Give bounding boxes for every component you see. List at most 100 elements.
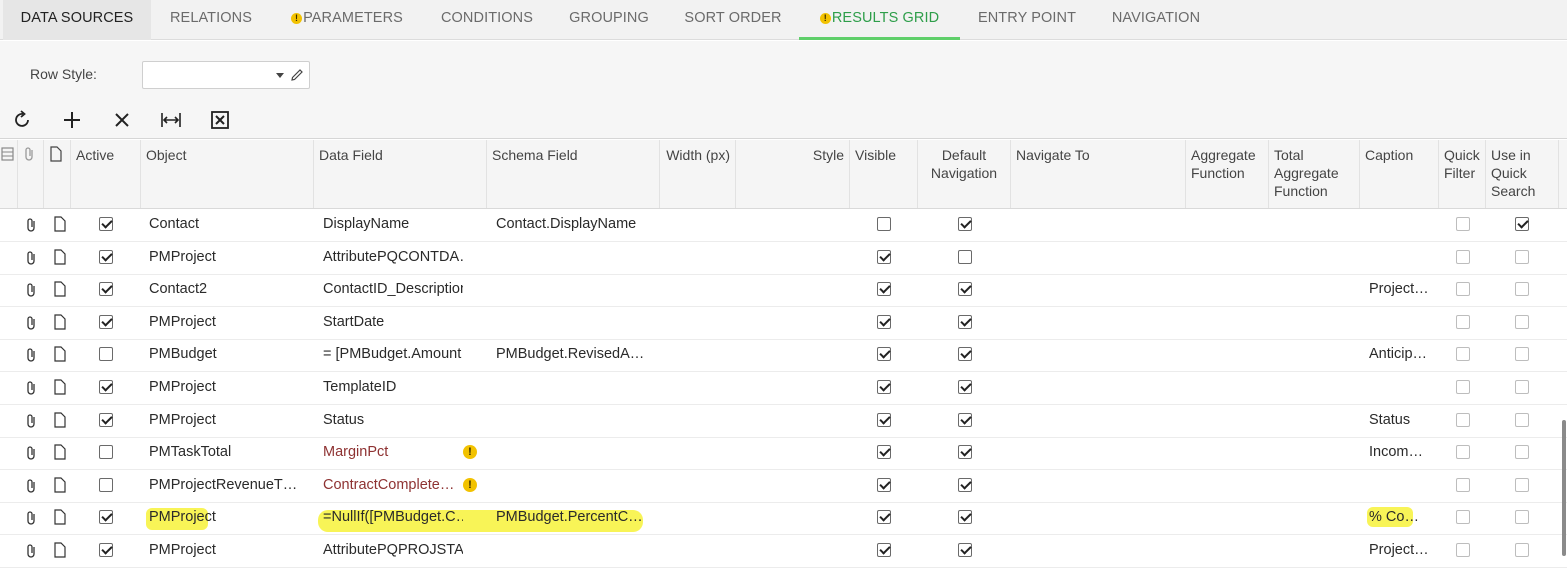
caption-cell[interactable] bbox=[1369, 470, 1435, 502]
data-field-cell[interactable]: TemplateID bbox=[323, 372, 463, 404]
default-nav-checkbox[interactable] bbox=[958, 445, 972, 460]
note-icon[interactable] bbox=[53, 314, 67, 330]
tab-conditions[interactable]: CONDITIONS bbox=[423, 0, 551, 40]
data-field-cell[interactable]: AttributePQPROJSTAT bbox=[323, 535, 463, 567]
schema-field-cell[interactable] bbox=[496, 307, 654, 339]
header-default-navigation[interactable]: Default Navigation bbox=[918, 140, 1011, 208]
active-checkbox[interactable] bbox=[99, 314, 113, 329]
object-cell[interactable]: PMProject bbox=[149, 242, 309, 274]
object-cell[interactable]: PMProject bbox=[149, 405, 309, 437]
scroll-thumb[interactable] bbox=[1562, 420, 1566, 556]
quick-filter-checkbox[interactable] bbox=[1456, 314, 1470, 329]
fit-columns-icon[interactable] bbox=[159, 109, 183, 131]
object-cell[interactable]: PMBudget bbox=[149, 339, 309, 371]
caption-cell[interactable]: % Co… bbox=[1369, 502, 1435, 534]
quick-filter-checkbox[interactable] bbox=[1456, 477, 1470, 492]
quick-filter-checkbox[interactable] bbox=[1456, 249, 1470, 264]
header-navigate-to[interactable]: Navigate To bbox=[1011, 140, 1186, 208]
pencil-icon[interactable] bbox=[289, 67, 305, 83]
schema-field-cell[interactable] bbox=[496, 242, 654, 274]
note-icon[interactable] bbox=[53, 281, 67, 297]
data-field-cell[interactable]: =NullIf([PMBudget.C… bbox=[323, 502, 463, 534]
active-checkbox[interactable] bbox=[99, 510, 113, 525]
active-checkbox[interactable] bbox=[99, 282, 113, 297]
note-icon[interactable] bbox=[53, 411, 67, 428]
visible-checkbox[interactable] bbox=[877, 412, 891, 427]
paperclip-icon[interactable] bbox=[25, 510, 39, 526]
table-row[interactable]: Contact DisplayName Contact.DisplayName bbox=[0, 209, 1567, 242]
object-cell[interactable]: PMProject bbox=[149, 502, 309, 534]
data-field-cell[interactable]: AttributePQCONTDA… bbox=[323, 242, 463, 274]
quick-filter-checkbox[interactable] bbox=[1456, 380, 1470, 394]
paperclip-icon[interactable] bbox=[25, 445, 39, 461]
data-field-cell[interactable]: ContactID_Description bbox=[323, 274, 463, 306]
quick-filter-checkbox[interactable] bbox=[1456, 347, 1470, 362]
quick-search-checkbox[interactable] bbox=[1515, 249, 1529, 264]
schema-field-cell[interactable] bbox=[496, 437, 654, 469]
visible-checkbox[interactable] bbox=[877, 249, 891, 264]
paperclip-icon[interactable] bbox=[25, 250, 39, 266]
chevron-down-icon[interactable] bbox=[276, 73, 284, 78]
paperclip-icon[interactable] bbox=[25, 380, 39, 396]
table-row[interactable]: PMProject StartDate bbox=[0, 307, 1567, 340]
data-field-cell[interactable]: StartDate bbox=[323, 307, 463, 339]
quick-search-checkbox[interactable] bbox=[1515, 412, 1529, 427]
table-row[interactable]: PMTaskTotal MarginPct Incom…! bbox=[0, 437, 1567, 471]
row-style-select[interactable] bbox=[142, 61, 310, 89]
object-cell[interactable]: PMProject bbox=[149, 307, 309, 339]
default-nav-checkbox[interactable] bbox=[958, 543, 972, 557]
header-schema-field[interactable]: Schema Field bbox=[487, 140, 660, 208]
note-icon[interactable] bbox=[53, 216, 67, 232]
tab-data-sources[interactable]: DATA SOURCES bbox=[3, 0, 151, 40]
header-active[interactable]: Active bbox=[71, 140, 141, 208]
caption-cell[interactable]: Status bbox=[1369, 405, 1435, 437]
object-cell[interactable]: PMProjectRevenueT… bbox=[149, 470, 309, 502]
quick-filter-checkbox[interactable] bbox=[1456, 217, 1470, 231]
tab-results-grid[interactable]: ! RESULTS GRID bbox=[799, 0, 960, 40]
caption-cell[interactable] bbox=[1369, 209, 1435, 241]
header-caption[interactable]: Caption bbox=[1360, 140, 1439, 208]
active-checkbox[interactable] bbox=[99, 380, 113, 394]
quick-filter-checkbox[interactable] bbox=[1456, 282, 1470, 297]
quick-filter-checkbox[interactable] bbox=[1456, 543, 1470, 557]
default-nav-checkbox[interactable] bbox=[958, 510, 972, 525]
caption-cell[interactable] bbox=[1369, 372, 1435, 404]
data-field-cell[interactable]: Status bbox=[323, 405, 463, 437]
visible-checkbox[interactable] bbox=[877, 314, 891, 329]
visible-checkbox[interactable] bbox=[877, 445, 891, 460]
tab-relations[interactable]: RELATIONS bbox=[151, 0, 271, 40]
table-row[interactable]: PMProject Status Status bbox=[0, 405, 1567, 438]
table-row[interactable]: PMProject AttributePQCONTDA… bbox=[0, 242, 1567, 275]
table-row[interactable]: PMProject AttributePQPROJSTAT Project… bbox=[0, 535, 1567, 568]
default-nav-checkbox[interactable] bbox=[958, 249, 972, 264]
header-visible[interactable]: Visible bbox=[850, 140, 918, 208]
header-quick-filter[interactable]: Quick Filter bbox=[1439, 140, 1486, 208]
vertical-scrollbar[interactable] bbox=[1559, 210, 1567, 556]
paperclip-icon[interactable] bbox=[25, 315, 39, 331]
visible-checkbox[interactable] bbox=[877, 380, 891, 394]
quick-search-checkbox[interactable] bbox=[1515, 314, 1529, 329]
caption-cell[interactable]: Project… bbox=[1369, 535, 1435, 567]
default-nav-checkbox[interactable] bbox=[958, 412, 972, 427]
excel-export-icon[interactable] bbox=[208, 109, 232, 131]
table-row[interactable]: PMProjectRevenueT… ContractComplete…! bbox=[0, 470, 1567, 503]
data-field-cell[interactable]: ContractComplete… bbox=[323, 470, 463, 502]
quick-search-checkbox[interactable] bbox=[1515, 380, 1529, 394]
note-icon[interactable] bbox=[53, 509, 67, 525]
data-field-cell[interactable]: = [PMBudget.Amount… bbox=[323, 339, 463, 371]
data-field-cell[interactable]: DisplayName bbox=[323, 209, 463, 241]
note-icon[interactable] bbox=[53, 379, 67, 395]
quick-filter-checkbox[interactable] bbox=[1456, 445, 1470, 460]
default-nav-checkbox[interactable] bbox=[958, 217, 972, 231]
active-checkbox[interactable] bbox=[99, 347, 113, 362]
active-checkbox[interactable] bbox=[99, 543, 113, 557]
table-row[interactable]: Contact2 ContactID_Description Project… bbox=[0, 274, 1567, 308]
paperclip-icon[interactable] bbox=[25, 347, 39, 363]
paperclip-icon[interactable] bbox=[25, 478, 39, 494]
header-use-in-quick-search[interactable]: Use in Quick Search bbox=[1486, 140, 1559, 208]
note-icon[interactable] bbox=[53, 477, 67, 493]
caption-cell[interactable]: Project… bbox=[1369, 274, 1435, 306]
schema-field-cell[interactable]: PMBudget.PercentC… bbox=[496, 502, 654, 534]
header-object[interactable]: Object bbox=[141, 140, 314, 208]
refresh-icon[interactable] bbox=[11, 109, 35, 131]
